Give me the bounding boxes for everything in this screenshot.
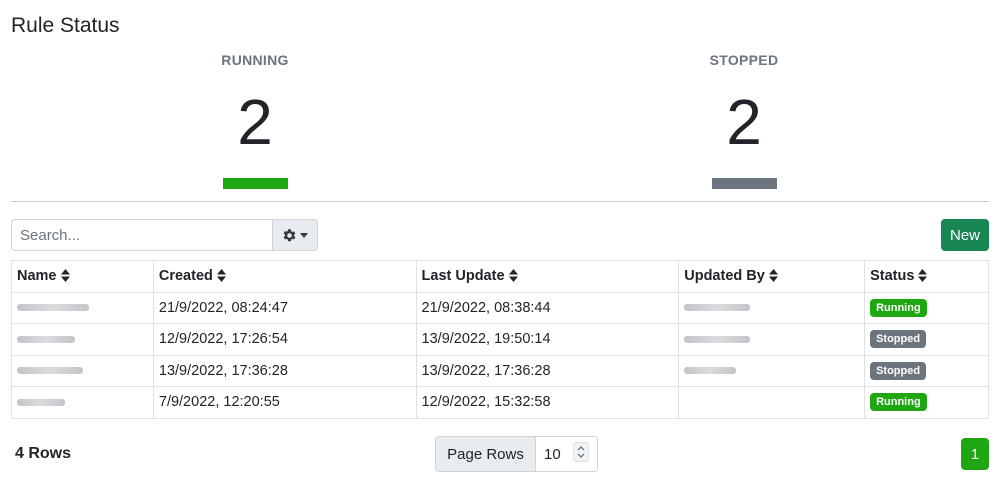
redacted-user [684, 367, 737, 375]
table-row[interactable]: 13/9/2022, 17:36:28 13/9/2022, 17:36:28 … [11, 354, 989, 387]
stopped-stat-bar [711, 178, 777, 189]
page-rows-group: Page Rows 10 [435, 436, 598, 472]
sort-icon [918, 268, 928, 282]
redacted-user [684, 335, 751, 343]
header-updated-by[interactable]: Updated By [678, 260, 866, 293]
status-badge: Running [870, 298, 927, 317]
cell-status: Stopped [864, 354, 989, 387]
page-title: Rule Status [11, 14, 120, 37]
settings-dropdown-button[interactable] [273, 219, 318, 251]
redacted-name [17, 367, 83, 375]
redacted-name [17, 335, 75, 343]
running-stat-value: 2 [237, 86, 273, 158]
stopped-stat-label: STOPPED [709, 52, 779, 68]
pagination-page-1[interactable]: 1 [961, 438, 989, 470]
redacted-name [17, 304, 89, 312]
cell-updated-by [678, 291, 866, 324]
stopped-stat-value: 2 [726, 86, 762, 158]
cell-last-update: 13/9/2022, 19:50:14 [415, 323, 680, 356]
sort-icon [768, 268, 778, 282]
cell-created: 21/9/2022, 08:24:47 [152, 291, 417, 324]
header-created-label: Created [158, 268, 213, 285]
stopped-stat: STOPPED 2 [644, 52, 844, 189]
gear-icon [282, 228, 297, 243]
search-input[interactable] [11, 219, 273, 251]
header-name-label: Name [17, 268, 57, 285]
rows-count: 4 Rows [15, 445, 72, 462]
sort-icon [216, 268, 226, 282]
page-rows-label: Page Rows [436, 437, 536, 471]
spinner-icon [573, 442, 589, 466]
cell-status: Running [864, 291, 989, 324]
cell-updated-by [678, 323, 866, 356]
page-rows-value: 10 [544, 445, 561, 463]
cell-last-update: 13/9/2022, 17:36:28 [415, 354, 680, 387]
cell-created: 7/9/2022, 12:20:55 [152, 386, 417, 419]
sort-icon [508, 268, 518, 282]
cell-name [11, 323, 154, 356]
header-status-label: Status [870, 268, 915, 285]
caret-down-icon [300, 232, 308, 238]
cell-updated-by [678, 354, 866, 387]
divider [11, 201, 989, 202]
table-row[interactable]: 7/9/2022, 12:20:55 12/9/2022, 15:32:58 R… [11, 386, 989, 419]
cell-name [11, 386, 154, 419]
redacted-user [684, 304, 751, 312]
running-stat-label: RUNNING [221, 52, 289, 68]
header-last-update-label: Last Update [421, 268, 505, 285]
status-badge: Stopped [870, 361, 927, 380]
redacted-name [17, 398, 65, 406]
search-group [11, 219, 318, 251]
cell-updated-by [678, 386, 866, 419]
rules-table: Name Created Last Update Updated By Stat… [11, 260, 989, 419]
cell-created: 13/9/2022, 17:36:28 [152, 354, 417, 387]
table-row[interactable]: 21/9/2022, 08:24:47 21/9/2022, 08:38:44 … [11, 291, 989, 324]
table-header-row: Name Created Last Update Updated By Stat… [11, 260, 989, 293]
header-updated-by-label: Updated By [684, 268, 765, 285]
header-created[interactable]: Created [152, 260, 417, 293]
new-button[interactable]: New [941, 219, 989, 251]
cell-name [11, 354, 154, 387]
cell-name [11, 291, 154, 324]
cell-last-update: 21/9/2022, 08:38:44 [415, 291, 680, 324]
sort-icon [60, 268, 70, 282]
table-row[interactable]: 12/9/2022, 17:26:54 13/9/2022, 19:50:14 … [11, 323, 989, 356]
cell-last-update: 12/9/2022, 15:32:58 [415, 386, 680, 419]
status-badge: Running [870, 393, 927, 412]
status-badge: Stopped [870, 330, 927, 349]
cell-status: Running [864, 386, 989, 419]
header-last-update[interactable]: Last Update [415, 260, 680, 293]
page-rows-select[interactable]: 10 [536, 437, 597, 471]
cell-status: Stopped [864, 323, 989, 356]
header-status[interactable]: Status [864, 260, 989, 293]
running-stat-bar [222, 178, 288, 189]
running-stat: RUNNING 2 [155, 52, 355, 189]
header-name[interactable]: Name [11, 260, 154, 293]
cell-created: 12/9/2022, 17:26:54 [152, 323, 417, 356]
